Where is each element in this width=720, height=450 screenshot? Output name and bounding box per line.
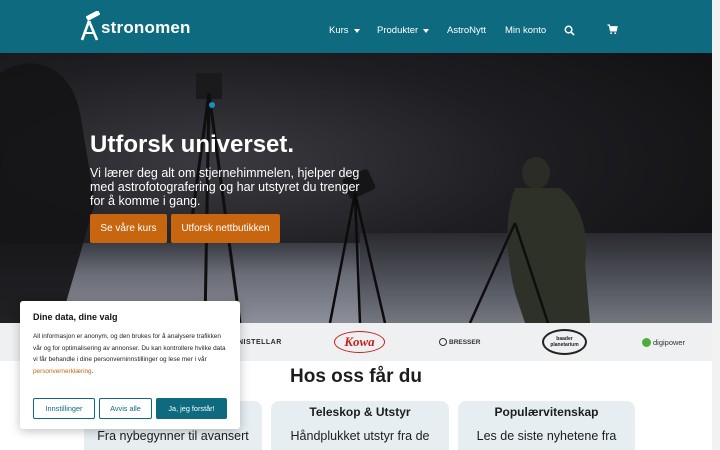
brand-logo-baader: baader planetarium (542, 323, 587, 361)
site-logo[interactable]: stronomen (80, 9, 191, 41)
privacy-policy-link[interactable]: personvernerklæring (33, 368, 92, 375)
nav-item-label: Produkter (377, 25, 419, 36)
nav-item-produkter[interactable]: Produkter (377, 25, 430, 36)
chevron-down-icon (353, 28, 360, 33)
brand-logo-text: Kowa (344, 334, 375, 349)
card-title: Teleskop & Utstyr (309, 405, 411, 419)
card-text: Les de siste nyhetene fra (476, 429, 617, 443)
feature-card-science[interactable]: Populærvitenskap Les de siste nyhetene f… (458, 401, 635, 450)
chevron-down-icon (423, 28, 430, 33)
reject-all-button[interactable]: Avvis alle (99, 398, 152, 419)
brand-logo-nistellar: NISTELLAR (238, 338, 282, 346)
accept-cookies-button[interactable]: Ja, jeg forstår! (156, 398, 227, 419)
cookie-suffix: . (91, 368, 94, 376)
brand-logo-kowa: Kowa (334, 323, 385, 361)
section-title: Hos oss får du (290, 366, 422, 387)
cookie-body: All informasjon er anonym, og den brukes… (33, 333, 226, 364)
feature-card-telescopes[interactable]: Teleskop & Utstyr Håndplukket utstyr fra… (271, 401, 449, 450)
hero-subtitle: Vi lærer deg alt om stjernehimmelen, hje… (90, 166, 360, 208)
card-text: Håndplukket utstyr fra de (290, 429, 430, 443)
nav-item-label: Kurs (329, 25, 349, 36)
cart-icon[interactable] (607, 24, 618, 35)
brand-logo-text: baader planetarium (550, 336, 579, 348)
nav-item-min-konto[interactable]: Min konto (505, 25, 546, 36)
cookie-text: All informasjon er anonym, og den brukes… (33, 331, 229, 378)
hero-title: Utforsk universet. (90, 131, 295, 158)
telescope-logo-icon (80, 10, 101, 41)
see-courses-button[interactable]: Se våre kurs (90, 214, 167, 243)
cookie-title: Dine data, dine valg (33, 312, 118, 322)
brand-logo-digipower: digipower (642, 323, 685, 361)
hero-section: Utforsk universet. Vi lærer deg alt om s… (0, 53, 712, 323)
nav-item-label: AstroNytt (447, 25, 487, 36)
brand-logo-bresser: BRESSER (439, 323, 480, 361)
card-title: Populærvitenskap (494, 405, 599, 419)
nav-item-label: Min konto (505, 25, 547, 36)
brand-logo-text: digipower (653, 337, 686, 347)
card-text: Fra nybegynner til avansert (97, 429, 249, 443)
site-header: stronomen Kurs Produkter AstroNytt Min k… (0, 0, 712, 53)
scrollbar-track[interactable] (712, 0, 720, 450)
cookie-settings-button[interactable]: Innstillinger (33, 398, 95, 419)
logo-text: stronomen (101, 18, 191, 37)
nav-item-astronytt[interactable]: AstroNytt (447, 25, 486, 36)
explore-shop-button[interactable]: Utforsk nettbutikken (171, 214, 280, 243)
cookie-consent-dialog: Dine data, dine valg All informasjon er … (20, 301, 240, 429)
brand-logo-text: BRESSER (449, 338, 481, 346)
nav-item-kurs[interactable]: Kurs (329, 25, 360, 36)
search-icon[interactable] (564, 25, 575, 36)
